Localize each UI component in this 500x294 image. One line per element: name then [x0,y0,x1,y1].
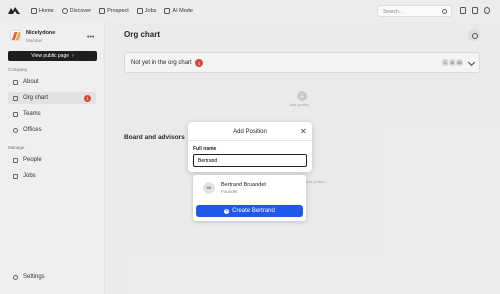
sidebar-item-org-chart[interactable]: Org chart 1 [8,92,96,104]
inbox-icon[interactable] [472,7,478,14]
modal-title: Add Position [233,129,267,135]
suggestion-item[interactable]: BB Bertrand Bruandet Founder [196,178,303,197]
section-heading-company: Company [8,67,28,72]
top-navigation-bar: Home Discover Prospect Jobs AI Mode Sear… [0,0,500,22]
info-icon [13,79,18,85]
more-options-icon[interactable]: ••• [87,34,94,41]
sparkle-icon [164,8,171,14]
nav-label: Home [39,8,54,14]
sidebar-item-offices[interactable]: Offices [8,124,96,136]
gear-icon [13,274,18,280]
sidebar-item-label: Jobs [23,173,36,179]
divider [188,140,312,141]
brand-logo-icon[interactable] [8,6,20,15]
sidebar-item-teams[interactable]: Teams [8,108,96,120]
globe-icon [61,8,68,14]
suggestion-name: Bertrand Bruandet [221,181,266,188]
nav-item-jobs[interactable]: Jobs [136,6,157,16]
plus-icon: + [224,207,230,214]
button-label: View public page [31,53,70,59]
sidebar-item-settings[interactable]: Settings [8,271,96,283]
home-icon [31,8,37,14]
location-icon [13,127,18,133]
button-label: Create Bertrand [232,208,275,214]
sidebar-item-label: Settings [23,274,45,280]
settings-gear-icon[interactable] [484,7,490,14]
close-icon[interactable]: ✕ [300,127,307,136]
add-position-modal: Add Position ✕ Full name [188,122,312,172]
org-role: Member [26,38,43,43]
global-search-input[interactable]: Search... [377,5,452,17]
section-heading-manage: Manage [8,145,25,150]
sidebar-item-label: People [23,157,42,163]
nav-item-prospect[interactable]: Prospect [99,6,129,16]
briefcase-icon [13,173,18,179]
filter-icon [99,8,106,14]
org-logo-icon [10,30,21,41]
sidebar-item-people[interactable]: People [8,154,96,166]
main-nav: Home Discover Prospect Jobs AI Mode [31,6,193,16]
suggestion-role: Founder [221,188,238,194]
notification-badge: 1 [84,94,91,102]
nav-label: Prospect [107,8,129,14]
full-name-input[interactable] [193,154,307,167]
search-icon [442,9,447,14]
full-name-label: Full name [193,146,217,152]
search-placeholder: Search... [383,9,404,15]
nav-label: Jobs [144,8,157,14]
notifications-icon[interactable] [460,7,466,14]
org-chart-icon [13,95,18,101]
sidebar-item-label: Teams [23,111,41,117]
nav-item-ai-mode[interactable]: AI Mode [164,6,193,16]
sidebar-item-about[interactable]: About [8,76,96,88]
teams-icon [13,111,18,117]
org-name: Nicelydone [26,30,56,36]
sidebar-item-jobs[interactable]: Jobs [8,170,96,182]
sidebar-item-label: Org chart [23,95,49,101]
sidebar-item-label: Offices [23,127,42,133]
avatar: BB [203,181,215,194]
suggestion-dropdown: BB Bertrand Bruandet Founder + Create Be… [193,175,306,221]
view-public-page-button[interactable]: View public page › [8,51,97,61]
chevron-right-icon: › [72,53,74,59]
nav-label: Discover [69,8,92,14]
briefcase-icon [136,8,143,14]
org-switcher[interactable]: Nicelydone Member [10,30,55,43]
nav-label: AI Mode [172,8,193,14]
nav-item-home[interactable]: Home [31,6,54,16]
sidebar-item-label: About [23,79,39,85]
create-person-button[interactable]: + Create Bertrand [196,205,303,217]
nav-item-discover[interactable]: Discover [61,6,92,16]
people-icon [13,157,18,163]
